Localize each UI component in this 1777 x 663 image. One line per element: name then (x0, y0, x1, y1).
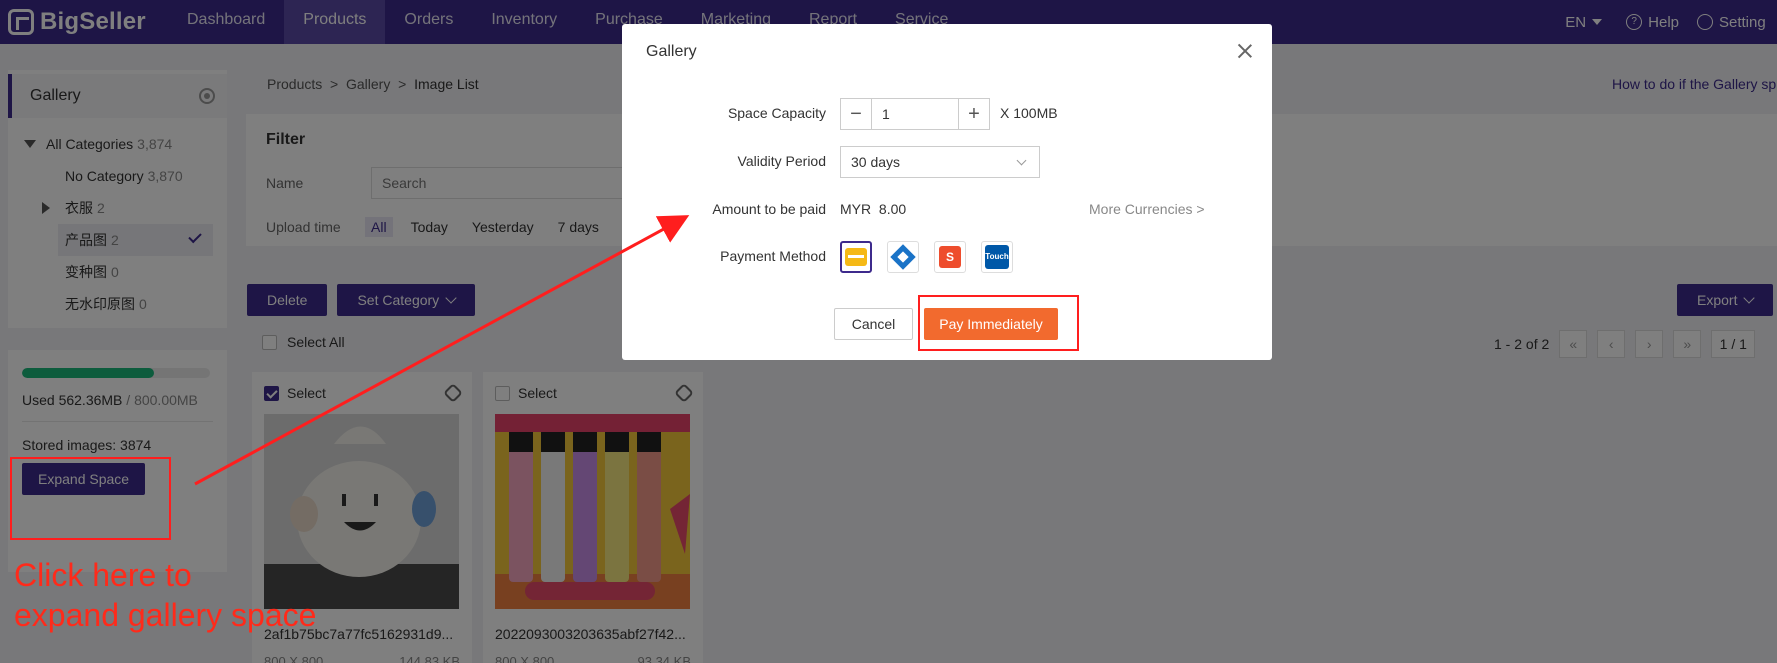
annotation-text: Click here to expand gallery space (14, 555, 316, 635)
annotation-line-1: Click here to (14, 557, 192, 593)
arrow-line (194, 215, 690, 486)
annotation-line-2: expand gallery space (14, 597, 317, 633)
